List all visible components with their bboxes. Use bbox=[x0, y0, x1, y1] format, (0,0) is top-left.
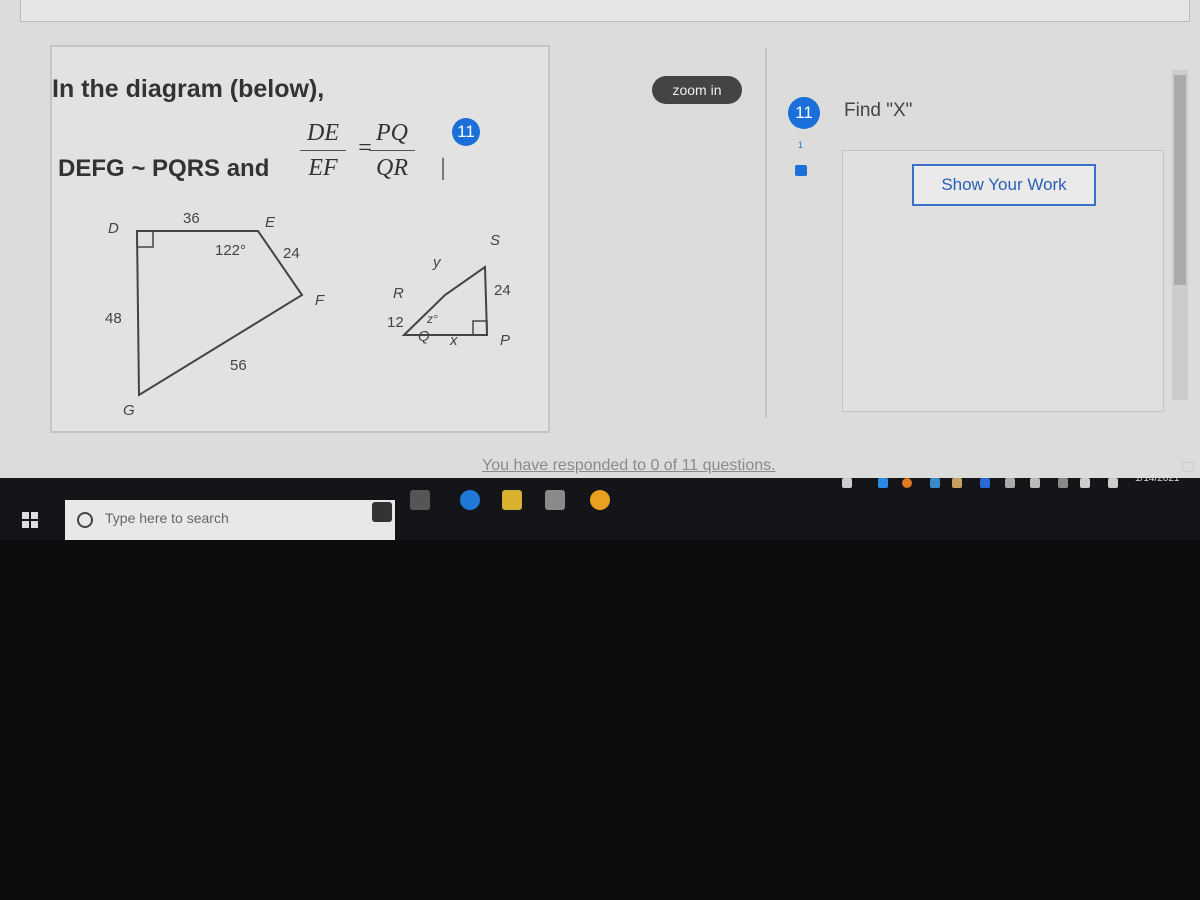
zoom-app-icon[interactable] bbox=[878, 478, 888, 488]
people-icon[interactable] bbox=[842, 478, 852, 488]
battery-icon[interactable] bbox=[1030, 478, 1040, 488]
vertex-d: D bbox=[108, 220, 119, 237]
zoom-in-button[interactable]: zoom in bbox=[652, 76, 742, 104]
bluetooth-icon[interactable] bbox=[980, 478, 990, 488]
quadrilateral-pqrs bbox=[401, 265, 489, 336]
tray-app-icon[interactable] bbox=[1005, 478, 1015, 488]
vertex-q: Q bbox=[418, 328, 430, 345]
clock-date: 1/14/2021 bbox=[1135, 473, 1180, 484]
vertex-r: R bbox=[393, 285, 404, 302]
side-de-label: 36 bbox=[183, 210, 200, 227]
right-angle-mark bbox=[136, 230, 154, 248]
side-ef-label: 24 bbox=[283, 245, 300, 262]
side-qr-label: 12 bbox=[387, 314, 404, 331]
side-ps-label: 24 bbox=[494, 282, 511, 299]
file-explorer-icon[interactable] bbox=[502, 490, 522, 510]
right-angle-mark bbox=[472, 320, 488, 336]
taskbar-search-input[interactable]: Type here to search bbox=[65, 500, 395, 540]
side-rs-label: y bbox=[432, 254, 442, 271]
edge-icon[interactable] bbox=[460, 490, 480, 510]
fraction-right-denominator: QR bbox=[376, 155, 408, 181]
cortana-icon bbox=[77, 512, 93, 528]
vertex-p: P bbox=[500, 332, 510, 349]
angle-e-label: 122° bbox=[215, 242, 246, 259]
windows-start-icon[interactable] bbox=[22, 512, 38, 528]
side-dg-label: 48 bbox=[105, 310, 122, 327]
tray-app-icon[interactable] bbox=[930, 478, 940, 488]
vertex-s: S bbox=[490, 232, 500, 249]
tray-app-icon[interactable] bbox=[902, 478, 912, 488]
screen: In the diagram (below), DEFG ~ PQRS and … bbox=[0, 0, 1200, 500]
microphone-icon[interactable] bbox=[372, 502, 392, 522]
show-your-work-button[interactable]: Show Your Work bbox=[912, 164, 1096, 206]
chrome-icon[interactable] bbox=[590, 490, 610, 510]
vertex-f: F bbox=[315, 292, 325, 309]
side-fg-label: 56 bbox=[230, 357, 247, 374]
fraction-bar bbox=[369, 150, 415, 151]
text-cursor: | bbox=[440, 155, 446, 181]
diagram: D E F G 36 24 48 56 122° Q P R S y 24 12… bbox=[105, 210, 511, 419]
question-number-badge[interactable]: 11 bbox=[452, 118, 480, 146]
response-status: You have responded to 0 of 11 questions. bbox=[482, 457, 776, 474]
vertex-g: G bbox=[123, 402, 135, 419]
angle-q-label: z° bbox=[426, 312, 438, 326]
clock-time: 10:20 AM bbox=[1136, 459, 1179, 470]
question-title: In the diagram (below), bbox=[52, 75, 325, 103]
notification-icon[interactable] bbox=[1182, 462, 1194, 472]
fraction-right-numerator: PQ bbox=[376, 120, 408, 146]
answer-number-badge[interactable]: 11 bbox=[788, 97, 820, 129]
comment-count: 1 bbox=[798, 140, 804, 150]
volume-icon[interactable] bbox=[1080, 478, 1090, 488]
wifi-icon[interactable] bbox=[1058, 478, 1068, 488]
taskbar-clock[interactable]: 10:20 AM 1/14/2021 bbox=[1135, 458, 1180, 486]
top-toolbar bbox=[20, 0, 1190, 22]
scrollbar-thumb[interactable] bbox=[1174, 75, 1186, 285]
task-view-icon[interactable] bbox=[410, 490, 430, 510]
comment-icon[interactable] bbox=[795, 165, 807, 176]
vertex-e: E bbox=[265, 214, 276, 231]
answer-prompt: Find "X" bbox=[844, 100, 913, 121]
store-icon[interactable] bbox=[545, 490, 565, 510]
side-pq-label: x bbox=[449, 332, 458, 349]
tray-app-icon[interactable] bbox=[952, 478, 962, 488]
search-placeholder: Type here to search bbox=[105, 510, 229, 526]
language-icon[interactable] bbox=[1108, 478, 1118, 488]
similarity-statement: DEFG ~ PQRS and bbox=[58, 155, 270, 182]
